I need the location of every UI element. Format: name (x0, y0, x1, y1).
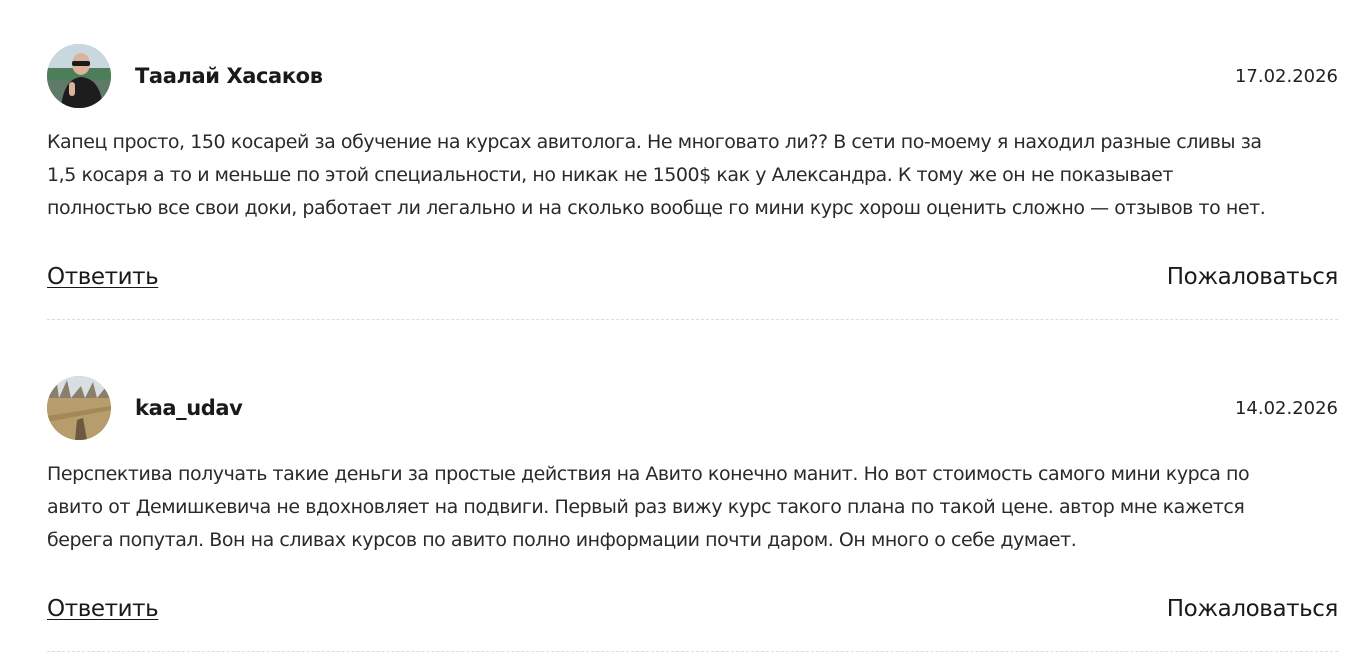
comment-text-line: Перспектива получать такие деньги за про… (47, 463, 1250, 485)
comment-date: 14.02.2026 (1234, 398, 1338, 419)
comment-divider (47, 651, 1338, 652)
author-name: kaa_udav (135, 396, 243, 420)
comment-text: Капец просто, 150 косарей за обучение на… (47, 126, 1338, 225)
comments-list: Таалай Хасаков 17.02.2026 Капец просто, … (0, 0, 1350, 672)
reply-link[interactable]: Ответить (47, 596, 159, 622)
avatar (47, 376, 111, 440)
comment-text-line: берега попутал. Вон на сливах курсов по … (47, 529, 1077, 551)
comment-text-line: 1,5 косаря а то и меньше по этой специал… (47, 164, 1174, 186)
report-link[interactable]: Пожаловаться (1167, 264, 1339, 290)
author-name: Таалай Хасаков (135, 64, 323, 88)
comment-text-line: полностью все свои доки, работает ли лег… (47, 197, 1266, 219)
comment-divider (47, 319, 1338, 320)
comment-text: Перспектива получать такие деньги за про… (47, 458, 1338, 557)
comment-actions: Ответить Пожаловаться (47, 596, 1338, 628)
comment: kaa_udav 14.02.2026 Перспектива получать… (47, 376, 1338, 666)
comment-header: kaa_udav 14.02.2026 (47, 376, 1338, 440)
comment-header: Таалай Хасаков 17.02.2026 (47, 44, 1338, 108)
reply-link[interactable]: Ответить (47, 264, 159, 290)
comment-actions: Ответить Пожаловаться (47, 264, 1338, 296)
comment-text-line: авито от Демишкевича не вдохновляет на п… (47, 496, 1245, 518)
avatar (47, 44, 111, 108)
comment-text-line: Капец просто, 150 косарей за обучение на… (47, 131, 1262, 153)
comment: Таалай Хасаков 17.02.2026 Капец просто, … (47, 44, 1338, 334)
comment-date: 17.02.2026 (1234, 66, 1338, 87)
report-link[interactable]: Пожаловаться (1167, 596, 1339, 622)
